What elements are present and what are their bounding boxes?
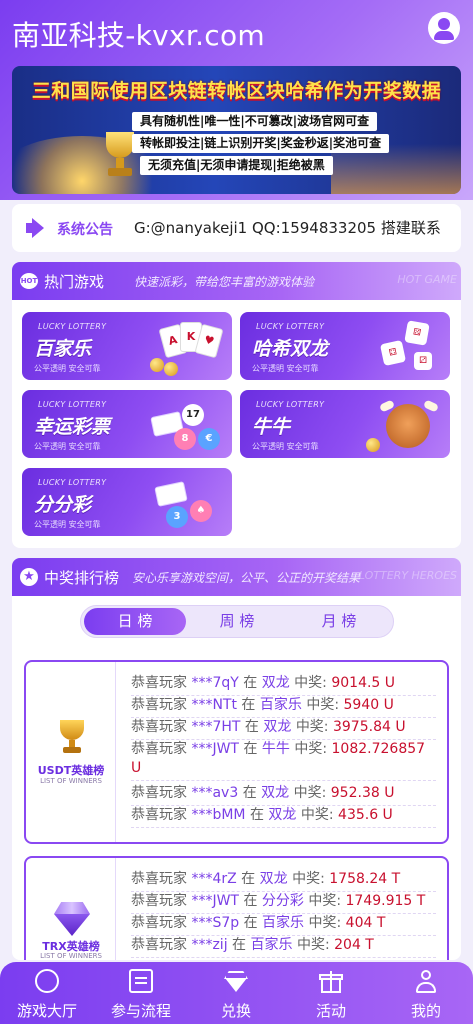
hot-games-section: HOT 热门游戏 快速派彩，带给您丰富的游戏体验 HOT GAME LUCKY … [12, 262, 461, 548]
game-name: 哈希双龙 [252, 338, 329, 360]
diamond-icon [224, 969, 248, 993]
winner-row: 恭喜玩家 ***7qY 在 双龙 中奖: 9014.5 U [131, 674, 436, 696]
coin-icon [150, 358, 164, 372]
ranking-tabs: 日 榜 周 榜 月 榜 [80, 605, 394, 638]
lottery-ball-icon: 17 [182, 404, 204, 426]
diamond-icon [54, 902, 90, 936]
hot-games-header: HOT 热门游戏 快速派彩，带给您丰富的游戏体验 HOT GAME [12, 262, 461, 300]
nav-game-hall[interactable]: 游戏大厅 [0, 962, 94, 1024]
megaphone-icon [26, 218, 48, 238]
banner-line: 无须充值|无须申请提现|拒绝被黑 [140, 156, 333, 175]
nav-label: 我的 [410, 1002, 441, 1020]
nav-label: 兑换 [220, 1002, 251, 1020]
system-notice-bar[interactable]: 系统公告 G:@nanyakeji1 QQ:1594833205 搭建联系 [12, 204, 461, 252]
section-title: 中奖排行榜 [44, 569, 120, 587]
leaderboard-section: ★ 中奖排行榜 安心乐享游戏空间，公平、公正的开奖结果 LOTTERY HERO… [12, 558, 461, 960]
banner-line: 转帐即投注|链上识别开奖|奖金秒返|奖池可查 [132, 134, 390, 153]
board-subtitle: LIST OF WINNERS [40, 952, 102, 960]
lottery-ball-icon: ♠ [190, 500, 212, 522]
game-card-lucky-lottery[interactable]: LUCKY LOTTERY 幸运彩票 公平透明 安全可靠 17 8 € [22, 390, 232, 458]
game-name: 分分彩 [34, 494, 92, 516]
winner-row: 恭喜玩家 ***bMM 在 双龙 中奖: 435.6 U [131, 806, 436, 828]
coin-icon [366, 438, 380, 452]
winner-row: 恭喜玩家 ***JWT 在 牛牛 中奖: 1082.726857 U [131, 740, 436, 781]
winner-row: 恭喜玩家 ***4rZ 在 双龙 中奖: 1758.24 T [131, 870, 436, 892]
winner-row: 恭喜玩家 ***zij 在 百家乐 中奖: 204 T [131, 936, 436, 958]
dice-icon: ⚃ [379, 339, 407, 367]
tab-weekly[interactable]: 周 榜 [186, 608, 288, 635]
bull-mascot-icon [386, 404, 430, 448]
nav-label: 参与流程 [110, 1002, 171, 1020]
game-card-baccarat[interactable]: LUCKY LOTTERY 百家乐 公平透明 安全可靠 A K ♥ [22, 312, 232, 380]
ticket-icon [154, 481, 188, 507]
notice-label: 系统公告 [57, 222, 113, 238]
lottery-ball-icon: 3 [166, 506, 188, 528]
nav-label: 活动 [315, 1002, 346, 1020]
trx-heroes-board: TRX英雄榜 LIST OF WINNERS 恭喜玩家 ***4rZ 在 双龙 … [24, 856, 449, 960]
game-name: 牛牛 [252, 416, 291, 438]
nav-label: 游戏大厅 [16, 1002, 77, 1020]
dice-icon: ⚄ [404, 320, 430, 346]
winner-row: 恭喜玩家 ***av3 在 双龙 中奖: 952.38 U [131, 784, 436, 806]
game-hall-icon [35, 969, 59, 993]
section-watermark: LOTTERY HEROES [358, 569, 457, 582]
nav-process[interactable]: 参与流程 [94, 962, 188, 1024]
gift-icon [319, 969, 343, 993]
banner-headline: 三和国际使用区块链转帐区块哈希作为开奖数据 [31, 80, 442, 102]
game-name: 百家乐 [34, 338, 92, 360]
nav-exchange[interactable]: 兑换 [189, 962, 283, 1024]
winner-row: 恭喜玩家 ***JWT 在 分分彩 中奖: 1749.915 T [131, 892, 436, 914]
game-card-niuniu[interactable]: LUCKY LOTTERY 牛牛 公平透明 安全可靠 [240, 390, 450, 458]
board-title: USDT英雄榜 [37, 764, 105, 777]
bottom-nav: 游戏大厅 参与流程 兑换 活动 我的 [0, 962, 473, 1024]
site-title: 南亚科技-kvxr.com [12, 19, 266, 52]
hot-icon: HOT [20, 273, 38, 289]
section-watermark: HOT GAME [397, 273, 457, 286]
section-subtitle: 安心乐享游戏空间，公平、公正的开奖结果 [132, 571, 361, 585]
trophy-icon [56, 720, 88, 754]
leaderboard-header: ★ 中奖排行榜 安心乐享游戏空间，公平、公正的开奖结果 LOTTERY HERO… [12, 558, 461, 596]
winner-row: 恭喜玩家 ***NTt 在 百家乐 中奖: 5940 U [131, 696, 436, 718]
winner-row: 恭喜玩家 ***S7p 在 百家乐 中奖: 404 T [131, 914, 436, 936]
tab-daily[interactable]: 日 榜 [84, 608, 186, 635]
tab-monthly[interactable]: 月 榜 [288, 608, 390, 635]
lottery-ball-icon: € [198, 428, 220, 450]
banner-line: 具有随机性|唯一性|不可篡改|波场官网可查 [132, 112, 378, 131]
game-name: 幸运彩票 [34, 416, 111, 438]
promo-banner[interactable]: 三和国际使用区块链转帐区块哈希作为开奖数据 具有随机性|唯一性|不可篡改|波场官… [12, 66, 461, 194]
document-icon [129, 969, 153, 993]
profile-icon [414, 969, 438, 993]
nav-activity[interactable]: 活动 [284, 962, 378, 1024]
user-circle-icon[interactable] [428, 12, 460, 44]
coin-icon [164, 362, 178, 376]
game-card-hash-dragon[interactable]: LUCKY LOTTERY 哈希双龙 公平透明 安全可靠 ⚃ ⚄ ⚂ [240, 312, 450, 380]
game-card-fenfencai[interactable]: LUCKY LOTTERY 分分彩 公平透明 安全可靠 3 ♠ [22, 468, 232, 536]
section-subtitle: 快速派彩，带给您丰富的游戏体验 [134, 275, 315, 289]
nav-profile[interactable]: 我的 [379, 962, 473, 1024]
lottery-ball-icon: 8 [174, 428, 196, 450]
winner-row: 恭喜玩家 ***7HT 在 双龙 中奖: 3975.84 U [131, 718, 436, 740]
star-icon: ★ [20, 568, 38, 586]
usdt-heroes-board: USDT英雄榜 LIST OF WINNERS 恭喜玩家 ***7qY 在 双龙… [24, 660, 449, 844]
board-subtitle: LIST OF WINNERS [40, 777, 102, 785]
notice-text: G:@nanyakeji1 QQ:1594833205 搭建联系 [134, 219, 441, 237]
dice-icon: ⚂ [414, 352, 432, 370]
section-title: 热门游戏 [44, 273, 105, 291]
